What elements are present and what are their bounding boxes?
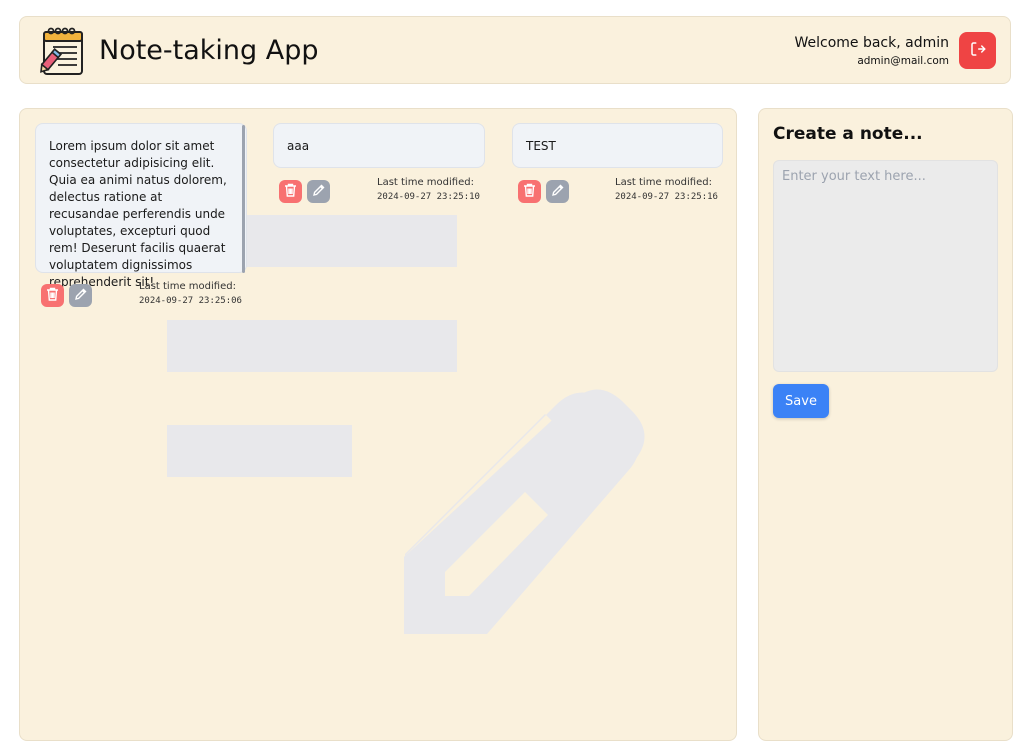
- modified-time: 2024-09-27 23:25:16: [615, 192, 718, 202]
- delete-button[interactable]: [279, 180, 302, 203]
- modified-time: 2024-09-27 23:25:10: [377, 192, 480, 202]
- user-email: admin@mail.com: [857, 55, 949, 67]
- create-note-panel: Create a note... Save: [758, 108, 1013, 741]
- delete-button[interactable]: [41, 284, 64, 307]
- app-header: Note-taking App Welcome back, admin admi…: [19, 16, 1011, 84]
- trash-icon: [523, 182, 536, 201]
- note-input[interactable]: [773, 160, 998, 372]
- notes-panel: Lorem ipsum dolor sit amet consectetur a…: [19, 108, 737, 741]
- note-text: TEST: [526, 139, 556, 153]
- note-text: Lorem ipsum dolor sit amet consectetur a…: [49, 139, 227, 289]
- edit-button[interactable]: [307, 180, 330, 203]
- welcome-text: Welcome back, admin: [794, 35, 949, 51]
- save-button[interactable]: Save: [773, 384, 829, 418]
- note-scrollbar[interactable]: [242, 125, 245, 273]
- edit-button[interactable]: [69, 284, 92, 307]
- logout-button[interactable]: [959, 32, 996, 69]
- modified-label: Last time modified:: [615, 177, 712, 188]
- pencil-icon: [551, 182, 564, 201]
- edit-button[interactable]: [546, 180, 569, 203]
- modified-time: 2024-09-27 23:25:06: [139, 296, 242, 306]
- logout-icon: [969, 40, 987, 62]
- note-card[interactable]: aaa: [273, 123, 485, 168]
- trash-icon: [284, 182, 297, 201]
- pencil-icon: [312, 182, 325, 201]
- app-title: Note-taking App: [99, 35, 319, 66]
- note-card[interactable]: TEST: [512, 123, 723, 168]
- note-text: aaa: [287, 139, 310, 153]
- modified-label: Last time modified:: [139, 281, 236, 292]
- notepad-pencil-icon: [36, 25, 88, 77]
- modified-label: Last time modified:: [377, 177, 474, 188]
- trash-icon: [46, 286, 59, 305]
- note-card[interactable]: Lorem ipsum dolor sit amet consectetur a…: [35, 123, 247, 289]
- create-note-title: Create a note...: [773, 124, 923, 144]
- pencil-icon: [74, 286, 87, 305]
- delete-button[interactable]: [518, 180, 541, 203]
